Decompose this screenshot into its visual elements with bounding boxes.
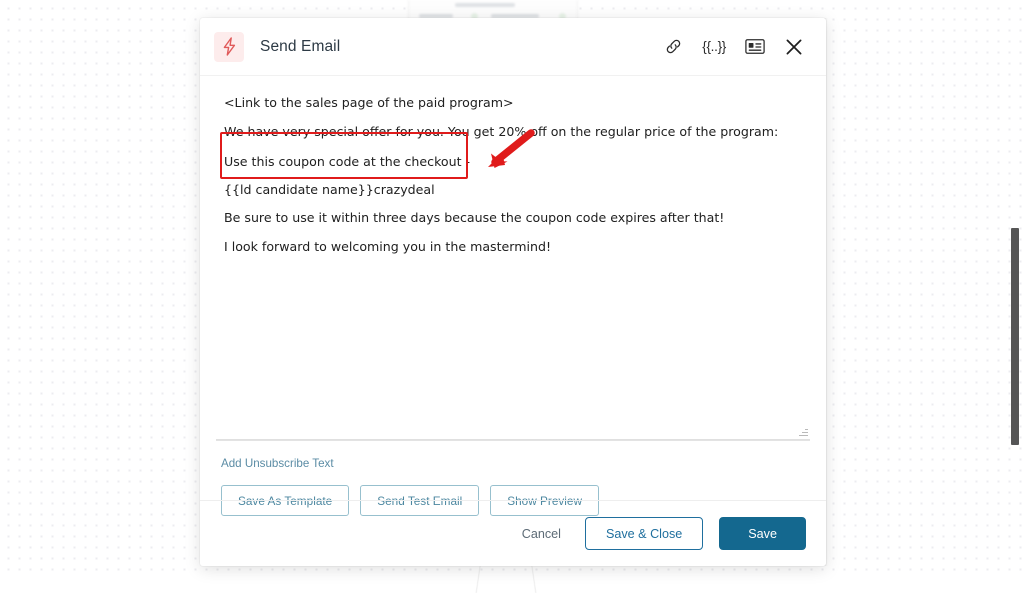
email-body-content[interactable]: <Link to the sales page of the paid prog… xyxy=(216,86,810,440)
modal-footer: Cancel Save & Close Save xyxy=(200,500,826,566)
page-scrollbar-track[interactable] xyxy=(1009,0,1022,576)
editor-paragraph: I look forward to welcoming you in the m… xyxy=(224,238,800,255)
coupon-merge-tag-line: {{ld candidate name}}crazydeal xyxy=(224,181,800,198)
cancel-button[interactable]: Cancel xyxy=(514,521,569,547)
editor-bottom-divider xyxy=(216,439,810,440)
modal-body: <Link to the sales page of the paid prog… xyxy=(200,76,826,500)
coupon-instruction-line: Use this coupon code at the checkout - xyxy=(224,153,800,170)
template-card-icon[interactable] xyxy=(745,38,765,55)
coupon-code-block: Use this coupon code at the checkout - {… xyxy=(224,153,800,198)
add-unsubscribe-text-link[interactable]: Add Unsubscribe Text xyxy=(221,457,334,470)
background-bottom-shape xyxy=(476,563,537,593)
save-button[interactable]: Save xyxy=(719,517,806,550)
merge-tag-icon[interactable]: {{..}} xyxy=(702,39,726,54)
link-icon[interactable] xyxy=(664,37,683,56)
lightning-bolt-icon xyxy=(214,32,244,62)
editor-paragraph: Be sure to use it within three days beca… xyxy=(224,209,800,226)
editor-paragraph: <Link to the sales page of the paid prog… xyxy=(224,94,800,111)
email-body-editor[interactable]: <Link to the sales page of the paid prog… xyxy=(216,86,810,441)
editor-paragraph: We have very special offer for you. You … xyxy=(224,123,800,140)
editor-resize-handle[interactable] xyxy=(798,427,808,437)
background-placeholder-line xyxy=(455,3,515,7)
merge-tag-label: {{..}} xyxy=(702,39,726,54)
send-email-modal: Send Email {{..}} xyxy=(200,18,826,566)
save-and-close-button[interactable]: Save & Close xyxy=(585,517,703,550)
modal-header: Send Email {{..}} xyxy=(200,18,826,76)
close-icon[interactable] xyxy=(784,37,804,57)
modal-title: Send Email xyxy=(260,38,340,56)
page-scrollbar-thumb[interactable] xyxy=(1011,228,1019,445)
header-actions: {{..}} xyxy=(664,37,804,57)
